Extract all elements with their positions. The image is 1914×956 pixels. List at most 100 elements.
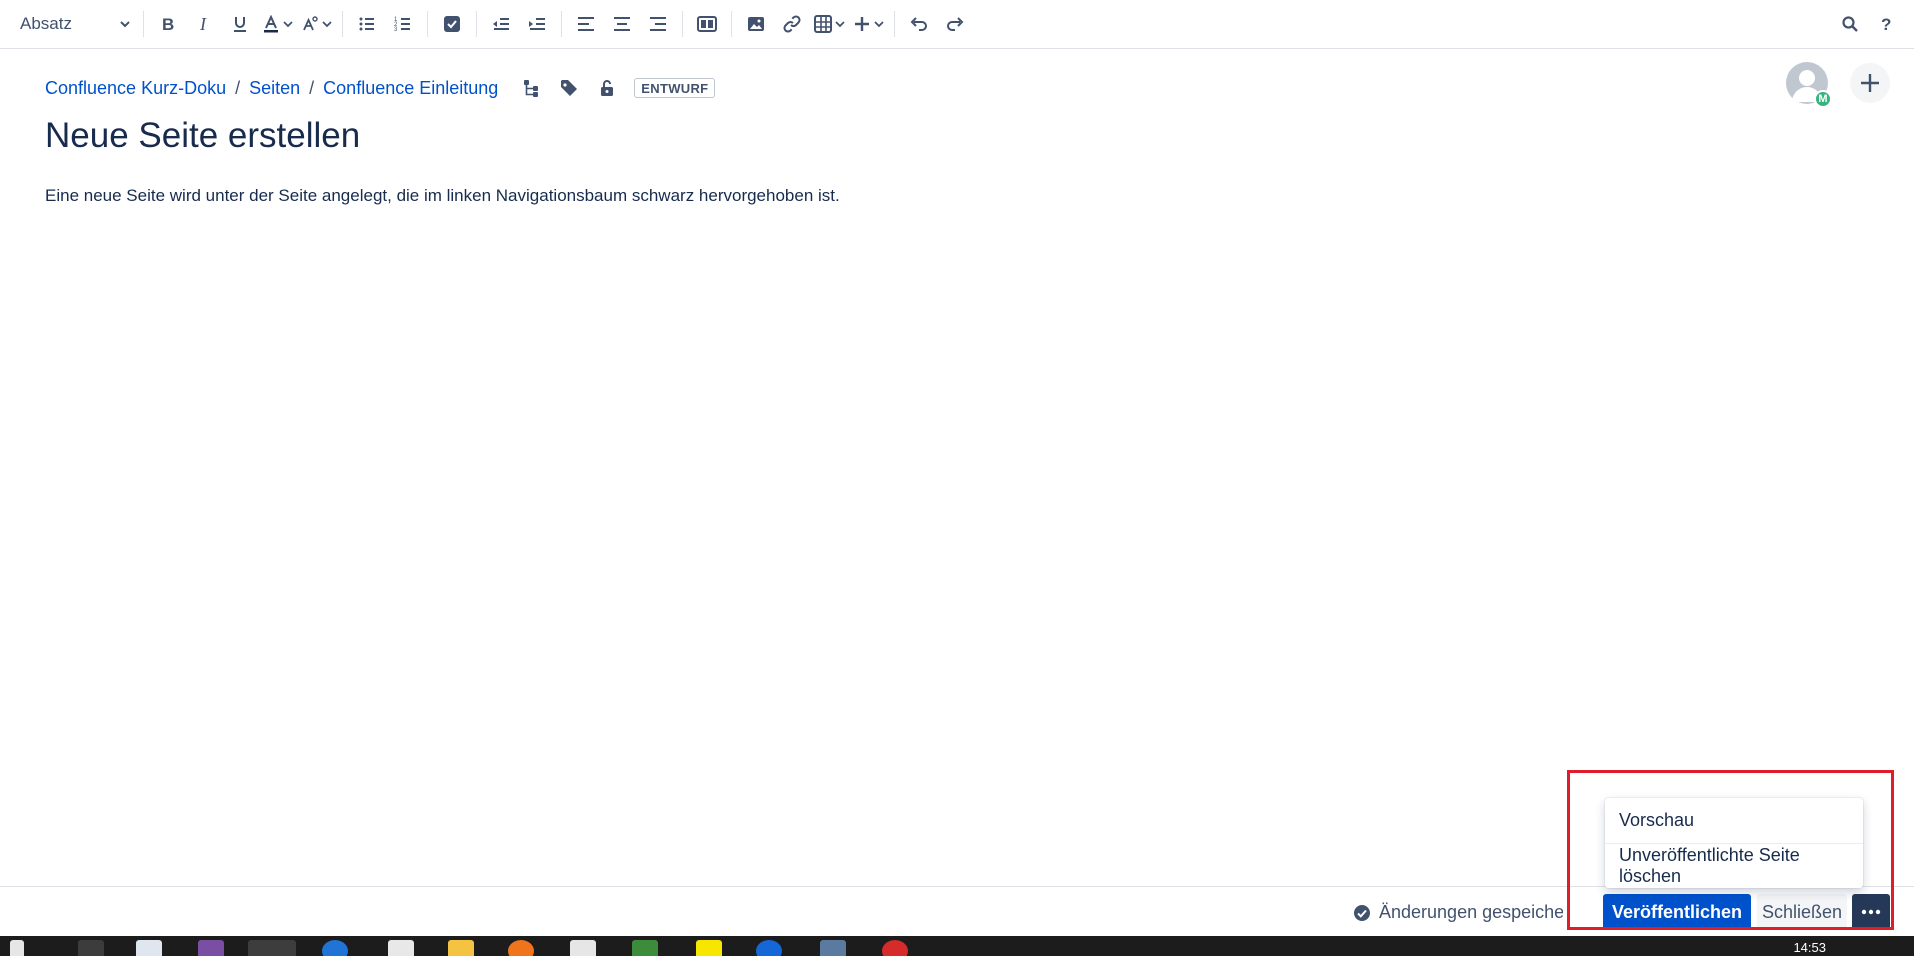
svg-text:B: B	[162, 15, 174, 33]
table-button[interactable]	[810, 7, 849, 41]
chevron-down-icon	[283, 21, 293, 28]
more-actions-button[interactable]	[1852, 894, 1890, 930]
restrictions-button[interactable]	[596, 77, 618, 99]
outdent-icon	[493, 18, 509, 30]
help-button[interactable]: ?	[1868, 7, 1904, 41]
text-color-button[interactable]	[258, 7, 297, 41]
insert-icon	[855, 17, 869, 31]
app-icon[interactable]	[820, 940, 846, 956]
page-title[interactable]: Neue Seite erstellen	[45, 116, 360, 156]
undo-button[interactable]	[901, 7, 937, 41]
page-body-text[interactable]: Eine neue Seite wird unter der Seite ang…	[45, 186, 840, 206]
menu-item-preview[interactable]: Vorschau	[1605, 798, 1863, 843]
toolbar-divider	[894, 11, 895, 37]
labels-button[interactable]	[558, 77, 580, 99]
editor-toolbar: Absatz B I 123 ?	[0, 0, 1914, 49]
insert-button[interactable]	[849, 7, 888, 41]
avatar-badge: M	[1814, 90, 1832, 108]
bold-icon: B	[162, 15, 174, 33]
chevron-down-icon	[874, 21, 884, 28]
task-icon	[444, 16, 460, 32]
redo-button[interactable]	[937, 7, 973, 41]
align-right-icon	[650, 17, 666, 31]
text-style-icon	[303, 16, 318, 31]
app-icon[interactable]	[198, 940, 224, 956]
invite-button[interactable]	[1850, 63, 1890, 103]
app-icon[interactable]	[882, 940, 908, 956]
chevron-down-icon	[322, 21, 332, 28]
chrome-icon[interactable]	[248, 940, 296, 956]
folder-icon[interactable]	[448, 940, 474, 956]
close-button[interactable]: Schließen	[1757, 894, 1847, 930]
breadcrumb-space[interactable]: Confluence Kurz-Doku	[45, 78, 226, 99]
search-icon	[1842, 16, 1858, 32]
image-button[interactable]	[738, 7, 774, 41]
indent-button[interactable]	[519, 7, 555, 41]
layout-icon	[697, 16, 717, 32]
app-icon[interactable]	[508, 940, 534, 956]
app-icon[interactable]	[388, 940, 414, 956]
svg-text:3: 3	[394, 27, 398, 33]
app-icon[interactable]	[570, 940, 596, 956]
more-icon	[1861, 909, 1881, 915]
text-color-icon	[264, 15, 278, 33]
align-left-icon	[578, 17, 594, 31]
layout-button[interactable]	[689, 7, 725, 41]
toolbar-divider	[561, 11, 562, 37]
start-icon[interactable]	[10, 940, 24, 956]
app-icon[interactable]	[632, 940, 658, 956]
find-button[interactable]	[1832, 7, 1868, 41]
breadcrumb-separator: /	[309, 77, 315, 98]
align-center-icon	[614, 17, 630, 31]
numbered-list-icon: 123	[394, 17, 410, 33]
chevron-down-icon	[835, 21, 845, 28]
svg-text:I: I	[199, 15, 207, 33]
clock: 14:53	[1793, 940, 1826, 955]
check-circle-icon	[1354, 904, 1370, 921]
breadcrumb-separator: /	[235, 77, 241, 98]
paragraph-style-label: Absatz	[20, 14, 72, 33]
bullet-list-icon	[359, 17, 374, 31]
underline-button[interactable]	[222, 7, 258, 41]
app-icon[interactable]	[136, 940, 162, 956]
app-icon[interactable]	[78, 940, 104, 956]
task-button[interactable]	[434, 7, 470, 41]
text-style-button[interactable]	[297, 7, 336, 41]
toolbar-right-group: ?	[1832, 7, 1904, 41]
toolbar-divider	[427, 11, 428, 37]
toolbar-divider	[476, 11, 477, 37]
menu-item-delete-draft[interactable]: Unveröffentlichte Seite löschen	[1605, 843, 1863, 888]
breadcrumb-pages[interactable]: Seiten	[249, 78, 300, 99]
save-status: Änderungen gespeichert	[1353, 902, 1563, 923]
svg-text:?: ?	[1881, 15, 1891, 33]
paragraph-style-select[interactable]: Absatz	[12, 7, 137, 41]
unlock-icon	[601, 80, 614, 96]
os-taskbar: 14:53	[0, 936, 1914, 956]
breadcrumb: Confluence Kurz-Doku / Seiten / Confluen…	[45, 76, 716, 100]
breadcrumb-parent-page[interactable]: Confluence Einleitung	[323, 78, 498, 99]
help-icon: ?	[1881, 15, 1891, 33]
bold-button[interactable]: B	[150, 7, 186, 41]
publish-button[interactable]: Veröffentlichen	[1603, 894, 1751, 930]
indent-icon	[529, 18, 545, 30]
bullet-list-button[interactable]	[349, 7, 385, 41]
italic-button[interactable]: I	[186, 7, 222, 41]
status-badge: ENTWURF	[634, 78, 716, 98]
align-left-button[interactable]	[568, 7, 604, 41]
link-button[interactable]	[774, 7, 810, 41]
numbered-list-button[interactable]: 123	[385, 7, 421, 41]
page-location-button[interactable]	[520, 77, 542, 99]
toolbar-divider	[731, 11, 732, 37]
align-center-button[interactable]	[604, 7, 640, 41]
collaborator-avatar[interactable]: M	[1786, 62, 1832, 108]
outdent-button[interactable]	[483, 7, 519, 41]
toolbar-divider	[682, 11, 683, 37]
app-icon[interactable]	[756, 940, 782, 956]
save-status-label: Änderungen gespeichert	[1379, 902, 1563, 922]
edge-icon[interactable]	[322, 940, 348, 956]
app-icon[interactable]	[696, 940, 722, 956]
toolbar-divider	[342, 11, 343, 37]
align-right-button[interactable]	[640, 7, 676, 41]
tag-icon	[561, 80, 578, 96]
link-icon	[783, 15, 801, 33]
